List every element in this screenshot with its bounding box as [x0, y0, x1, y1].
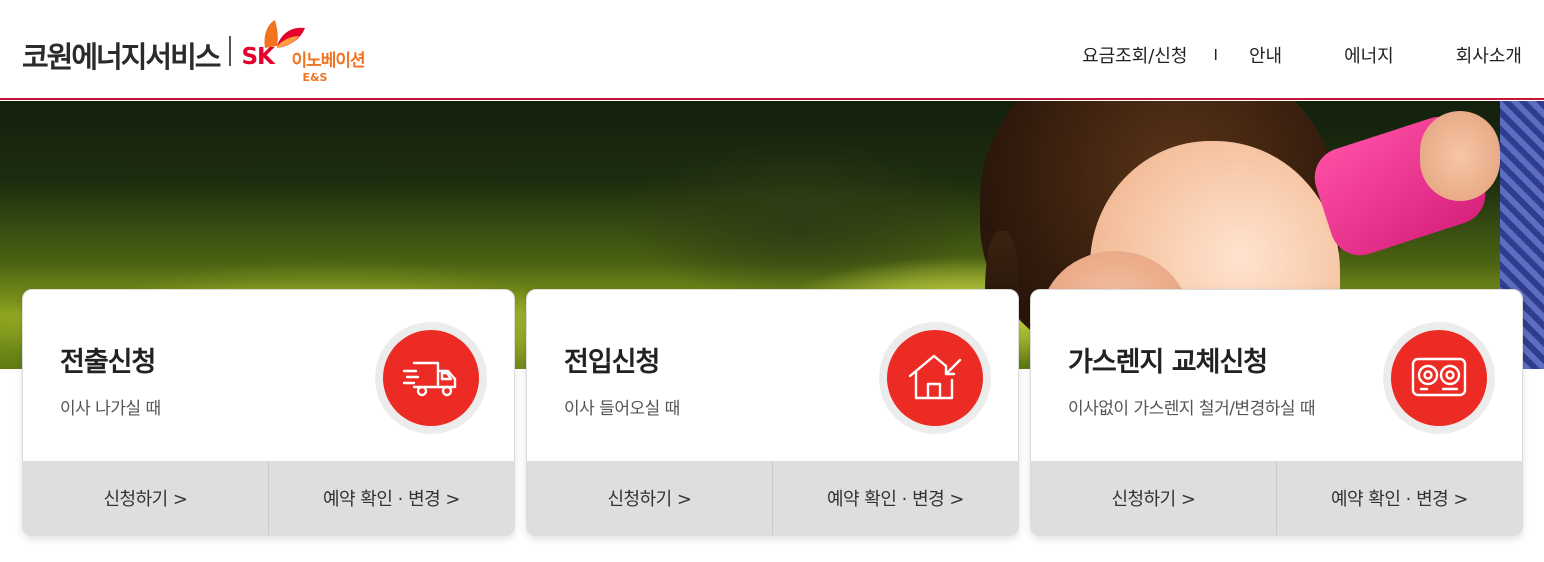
site-header: 코원에너지서비스 SK 이노베이션 E&S 요금조회/신청 I 안내 에너지 회…	[0, 0, 1544, 100]
apply-button[interactable]: 신청하기 >	[23, 461, 268, 535]
card-title: 전입신청	[564, 347, 660, 378]
reservation-check-button[interactable]: 예약 확인 · 변경 >	[772, 461, 1018, 535]
card-icon-button[interactable]	[375, 322, 487, 434]
main-nav: 요금조회/신청 I 안내 에너지 회사소개	[1082, 42, 1522, 68]
gas-range-icon	[1391, 330, 1487, 426]
logo-company-name: 코원에너지서비스	[22, 40, 221, 74]
apply-button[interactable]: 신청하기 >	[1031, 461, 1276, 535]
service-card-move-in: 전입신청 이사 들어오실 때 신청하기 > 예약 확인 · 변경 >	[526, 289, 1019, 536]
sk-logo: SK 이노베이션 E&S	[241, 18, 391, 86]
card-description: 이사없이 가스렌지 철거/변경하실 때	[1068, 399, 1316, 419]
nav-item-energy[interactable]: 에너지	[1344, 42, 1394, 68]
card-title: 전출신청	[60, 347, 156, 378]
card-action-bar: 신청하기 > 예약 확인 · 변경 >	[23, 461, 514, 535]
apply-button[interactable]: 신청하기 >	[527, 461, 772, 535]
sk-partner-sub: E&S	[302, 71, 328, 84]
moving-truck-icon	[383, 330, 479, 426]
card-description: 이사 들어오실 때	[564, 399, 680, 419]
house-move-in-icon	[887, 330, 983, 426]
service-card-move-out: 전출신청 이사 나가실 때 신청하기 > 예약 확인 · 변경 >	[22, 289, 515, 536]
nav-separator: I	[1213, 46, 1218, 64]
nav-item-billing[interactable]: 요금조회/신청	[1082, 42, 1187, 68]
site-logo[interactable]: 코원에너지서비스 SK 이노베이션 E&S	[22, 18, 391, 86]
hero-arm	[1420, 111, 1500, 201]
card-title: 가스렌지 교체신청	[1068, 347, 1268, 378]
sk-partner-name: 이노베이션	[291, 51, 365, 71]
card-action-bar: 신청하기 > 예약 확인 · 변경 >	[527, 461, 1018, 535]
card-action-bar: 신청하기 > 예약 확인 · 변경 >	[1031, 461, 1522, 535]
card-description: 이사 나가실 때	[60, 399, 161, 419]
reservation-check-button[interactable]: 예약 확인 · 변경 >	[268, 461, 514, 535]
reservation-check-button[interactable]: 예약 확인 · 변경 >	[1276, 461, 1522, 535]
card-icon-button[interactable]	[1383, 322, 1495, 434]
logo-divider	[229, 36, 232, 66]
sk-mark: SK	[241, 44, 274, 70]
nav-item-company[interactable]: 회사소개	[1456, 42, 1522, 68]
card-icon-button[interactable]	[879, 322, 991, 434]
nav-item-guide[interactable]: 안내	[1249, 42, 1282, 68]
service-card-gas-range: 가스렌지 교체신청 이사없이 가스렌지 철거/변경하실 때 신청하기 > 예약 …	[1030, 289, 1523, 536]
